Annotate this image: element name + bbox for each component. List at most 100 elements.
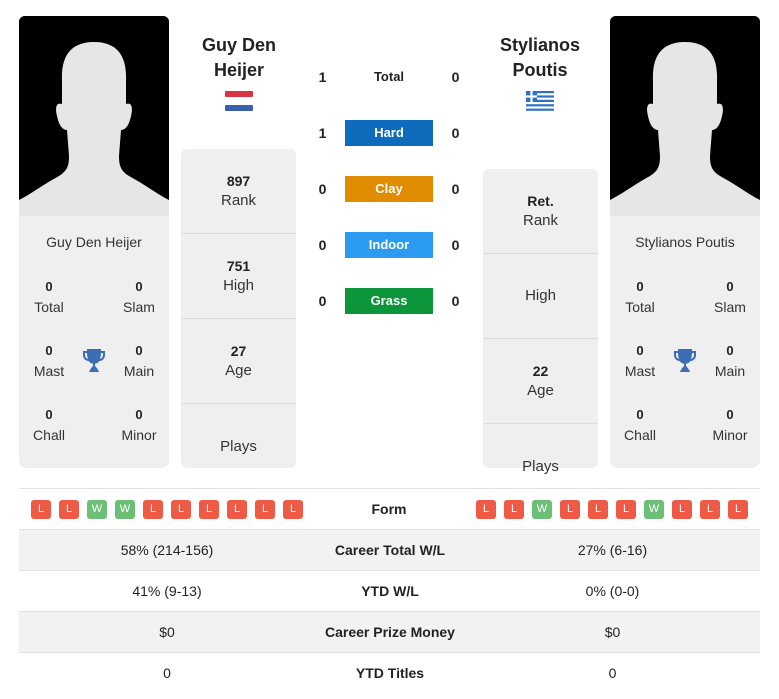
titles-chall-label: Chall [624, 427, 656, 443]
titles-mast-value: 0 [636, 343, 644, 358]
player1-form: LLWWLLLLLL [31, 500, 303, 519]
trophy-icon [674, 349, 696, 372]
plays-label: Plays [522, 457, 559, 475]
netherlands-flag-icon [225, 91, 253, 111]
form-loss-badge[interactable]: L [171, 500, 191, 519]
trophy-icon [83, 349, 105, 372]
titles-total: 0 Total [19, 277, 79, 317]
high-value: 751 [226, 258, 251, 274]
form-loss-badge[interactable]: L [31, 500, 51, 519]
high-label: High [223, 277, 254, 294]
player2-name-line1[interactable]: Stylianos [470, 33, 610, 58]
h2h-grass-p1: 0 [318, 293, 327, 309]
form-loss-badge[interactable]: L [255, 500, 275, 519]
player1-name-line1[interactable]: Guy Den [169, 33, 309, 58]
titles-main-label: Main [714, 363, 746, 379]
player2-form: LLWLLLWLLL [476, 500, 748, 519]
stat-row-ytd-wl: 41% (9-13) YTD W/L 0% (0-0) [19, 570, 760, 611]
titles-slam-label: Slam [123, 299, 155, 315]
indoor-surface-badge[interactable]: Indoor [345, 232, 433, 258]
player1-ytd-titles: 0 [163, 665, 171, 681]
stat-row-career-wl: 58% (214-156) Career Total W/L 27% (6-16… [19, 529, 760, 570]
player1-info-card: 897 Rank 751 High 27 Age Plays [181, 149, 296, 468]
info-high: High [483, 254, 598, 339]
form-win-badge[interactable]: W [87, 500, 107, 519]
titles-mast-label: Mast [33, 363, 65, 379]
player2-titles-card: Stylianos Poutis 0 Total 0 Slam 0 Mast 0 Mai… [610, 216, 760, 468]
form-loss-badge[interactable]: L [59, 500, 79, 519]
form-loss-badge[interactable]: L [504, 500, 524, 519]
form-loss-badge[interactable]: L [588, 500, 608, 519]
titles-chall-value: 0 [45, 407, 53, 422]
form-loss-badge[interactable]: L [227, 500, 247, 519]
titles-minor-value: 0 [726, 407, 734, 422]
form-loss-badge[interactable]: L [700, 500, 720, 519]
h2h-total-p2: 0 [451, 69, 460, 85]
form-loss-badge[interactable]: L [199, 500, 219, 519]
titles-chall: 0 Chall [19, 405, 79, 445]
titles-slam: 0 Slam [700, 277, 760, 317]
player2-header: Stylianos Poutis [470, 33, 610, 111]
h2h-hard-p2: 0 [451, 125, 460, 141]
titles-chall-label: Chall [33, 427, 65, 443]
player1-career-wl: 58% (214-156) [120, 542, 214, 558]
clay-surface-badge[interactable]: Clay [345, 176, 433, 202]
age-label: Age [527, 382, 554, 399]
age-value: 22 [532, 363, 549, 379]
h2h-indoor-p2: 0 [451, 237, 460, 253]
silhouette-icon [19, 16, 169, 216]
titles-chall: 0 Chall [610, 405, 670, 445]
titles-main: 0 Main [109, 341, 169, 381]
prize-money-label: Career Prize Money [325, 624, 455, 640]
titles-main-value: 0 [135, 343, 143, 358]
titles-slam-value: 0 [726, 279, 734, 294]
rank-label: Rank [522, 212, 559, 229]
titles-slam-value: 0 [135, 279, 143, 294]
rank-label: Rank [220, 192, 257, 209]
info-rank: 897 Rank [181, 149, 296, 234]
titles-main-value: 0 [726, 343, 734, 358]
h2h-indoor-p1: 0 [318, 237, 327, 253]
silhouette-icon [610, 16, 760, 216]
titles-minor-value: 0 [135, 407, 143, 422]
form-label: Form [371, 501, 407, 517]
player1-header: Guy Den Heijer [169, 33, 309, 111]
player1-name-line2[interactable]: Heijer [169, 58, 309, 83]
form-win-badge[interactable]: W [644, 500, 664, 519]
form-loss-badge[interactable]: L [616, 500, 636, 519]
player1-ytd-wl: 41% (9-13) [132, 583, 202, 599]
titles-mast-label: Mast [624, 363, 656, 379]
player2-name-line2[interactable]: Poutis [470, 58, 610, 83]
titles-mast: 0 Mast [19, 341, 79, 381]
grass-surface-badge[interactable]: Grass [345, 288, 433, 314]
age-value: 27 [230, 343, 247, 359]
form-win-badge[interactable]: W [532, 500, 552, 519]
info-high: 751 High [181, 234, 296, 319]
form-loss-badge[interactable]: L [283, 500, 303, 519]
titles-slam: 0 Slam [109, 277, 169, 317]
form-loss-badge[interactable]: L [143, 500, 163, 519]
player1-photo [19, 16, 169, 216]
stat-row-ytd-titles: 0 YTD Titles 0 [19, 652, 760, 693]
titles-minor-label: Minor [712, 427, 748, 443]
form-loss-badge[interactable]: L [476, 500, 496, 519]
h2h-clay-row: 0 Clay 0 [300, 176, 480, 202]
high-label: High [525, 287, 556, 304]
h2h-total-row: 1 Total 0 [300, 64, 480, 90]
h2h-hard-p1: 1 [318, 125, 327, 141]
player2-photo [610, 16, 760, 216]
h2h-clay-p2: 0 [451, 181, 460, 197]
hard-surface-badge[interactable]: Hard [345, 120, 433, 146]
form-win-badge[interactable]: W [115, 500, 135, 519]
titles-mast-value: 0 [45, 343, 53, 358]
player2-name-link[interactable]: Stylianos Poutis [610, 234, 760, 250]
form-loss-badge[interactable]: L [728, 500, 748, 519]
info-plays: Plays [181, 404, 296, 489]
rank-value: Ret. [527, 193, 554, 209]
titles-slam-label: Slam [714, 299, 746, 315]
form-loss-badge[interactable]: L [672, 500, 692, 519]
form-loss-badge[interactable]: L [560, 500, 580, 519]
form-row: LLWWLLLLLL Form LLWLLLWLLL [19, 489, 760, 529]
h2h-total-label: Total [373, 69, 405, 84]
player1-name-link[interactable]: Guy Den Heijer [19, 234, 169, 250]
